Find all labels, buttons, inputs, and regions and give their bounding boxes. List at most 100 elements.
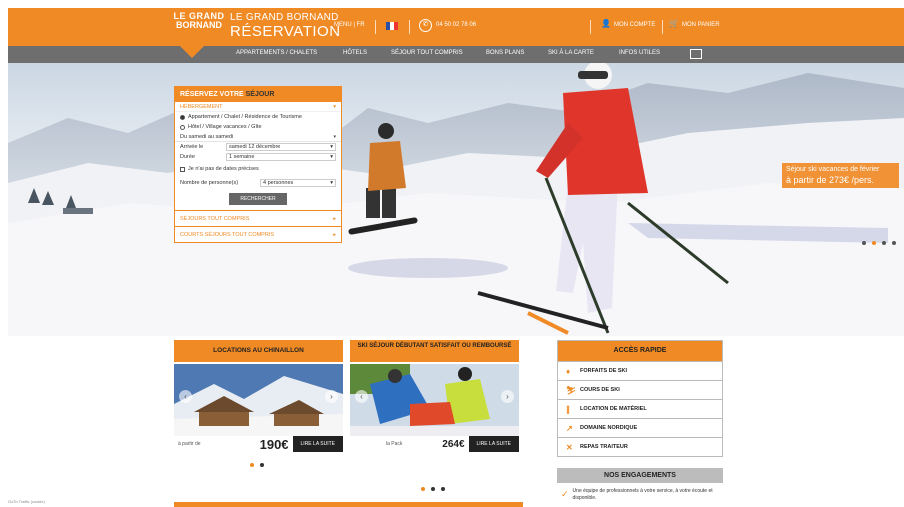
engagements-panel: NOS ENGAGEMENTS ✓ Une équipe de professi…	[557, 468, 723, 507]
hero-image	[8, 63, 904, 336]
no-dates-label: Je n'ai pas de dates précises	[188, 166, 259, 172]
divider	[409, 20, 410, 34]
price-bar: à partir de 190€ LIRE LA SUITE	[174, 436, 343, 452]
duration-select[interactable]: 1 semaine ▾	[226, 153, 336, 161]
chevron-down-icon: ▾	[333, 103, 336, 110]
brand-name[interactable]: LE GRAND BORNAND RÉSERVATION	[230, 13, 341, 40]
slide-dot[interactable]	[862, 241, 866, 245]
footer-note: GoTo Traffic (cookie)	[8, 499, 45, 504]
phone-number[interactable]: 04 50 02 78 06	[436, 22, 476, 28]
slide-dot[interactable]	[431, 487, 435, 491]
card-image[interactable]: ‹ ›	[174, 364, 343, 436]
ski-lesson-icon: ⛷	[566, 385, 577, 395]
quick-link-label: DOMAINE NORDIQUE	[580, 425, 638, 431]
card-pagination	[421, 487, 445, 491]
checkbox[interactable]	[180, 166, 185, 172]
nav-item-all-inclusive[interactable]: SÉJOUR TOUT COMPRIS	[391, 50, 463, 56]
card-title[interactable]: LOCATIONS AU CHINAILLON	[174, 340, 343, 362]
quick-link-rental[interactable]: ∥ LOCATION DE MATÉRIEL	[558, 399, 722, 418]
people-select[interactable]: 4 personnes ▾	[260, 179, 336, 187]
read-more-button[interactable]: LIRE LA SUITE	[468, 436, 519, 452]
arrival-label: Arrivée le	[180, 144, 204, 150]
accommodation-label: HÉBERGEMENT	[180, 103, 223, 110]
quick-link-ski-pass[interactable]: ♦ FORFAITS DE SKI	[558, 361, 722, 380]
chevron-left-icon[interactable]: ‹	[179, 390, 192, 403]
card-title[interactable]: SKI SÉJOUR DÉBUTANT SATISFAIT OU REMBOUR…	[350, 340, 519, 362]
chevron-down-icon: ▾	[330, 144, 333, 150]
slide-dot-active[interactable]	[250, 463, 254, 467]
accommodation-section[interactable]: HÉBERGEMENT ▾	[175, 102, 341, 112]
phone-icon: ✆	[419, 19, 432, 32]
booking-widget: RÉSERVEZ VOTRE SÉJOUR HÉBERGEMENT ▾ Appa…	[174, 86, 342, 243]
brand-line-2: RÉSERVATION	[230, 23, 341, 40]
price-value: 190€	[259, 436, 289, 452]
arrival-value: samedi 12 décembre	[229, 144, 281, 150]
quick-access-panel: ACCÈS RAPIDE ♦ FORFAITS DE SKI ⛷ COURS D…	[557, 340, 723, 457]
promo-banner[interactable]: Séjour ski vacances de février à partir …	[782, 163, 899, 188]
people-row: Nombre de personne(s) 4 personnes ▾	[175, 178, 341, 188]
catering-icon: ✕	[566, 442, 573, 452]
card-image[interactable]: ‹ ›	[350, 364, 519, 436]
accessibility-icon[interactable]	[690, 49, 702, 59]
price-value: 264€	[442, 438, 465, 450]
hero-slider[interactable]: Séjour ski vacances de février à partir …	[8, 63, 904, 336]
booking-title-prefix: RÉSERVEZ VOTRE	[180, 91, 244, 98]
account-link[interactable]: MON COMPTE	[614, 22, 655, 28]
nav-item-hotels[interactable]: HÔTELS	[343, 50, 367, 56]
quick-link-label: FORFAITS DE SKI	[580, 368, 628, 374]
quick-link-label: LOCATION DE MATÉRIEL	[580, 406, 647, 412]
radio-apartment[interactable]: Appartement / Chalet / Résidence de Tour…	[175, 112, 341, 122]
french-flag-icon[interactable]	[386, 22, 398, 30]
logo-notch	[180, 46, 204, 58]
radio-button[interactable]	[180, 124, 185, 130]
nav-item-info[interactable]: INFOS UTILES	[619, 50, 660, 56]
top-bar: LE GRAND BORNAND LE GRAND BORNAND RÉSERV…	[8, 8, 904, 46]
site-logo[interactable]: LE GRAND BORNAND	[173, 12, 225, 42]
search-button[interactable]: RECHERCHER	[229, 193, 287, 205]
no-dates-row[interactable]: Je n'ai pas de dates précises	[175, 164, 341, 174]
nav-item-apartments[interactable]: APPARTEMENTS / CHALETS	[236, 50, 317, 56]
chevron-left-icon[interactable]: ‹	[355, 390, 368, 403]
nav-item-deals[interactable]: BONS PLANS	[486, 50, 524, 56]
promo-title: Séjour ski vacances de février	[786, 166, 880, 173]
engagement-text: Une équipe de professionnels à votre ser…	[572, 488, 713, 501]
booking-title: RÉSERVEZ VOTRE SÉJOUR	[175, 87, 341, 102]
period-select[interactable]: Du samedi au samedi ▾	[175, 132, 341, 142]
slide-dot[interactable]	[441, 487, 445, 491]
slide-dot-active[interactable]	[421, 487, 425, 491]
chevron-right-icon[interactable]: ›	[501, 390, 514, 403]
quick-link-ski-lessons[interactable]: ⛷ COURS DE SKI	[558, 380, 722, 399]
chalet-photo	[174, 364, 343, 436]
chevron-down-icon: ▾	[333, 133, 336, 140]
user-icon: 👤	[601, 19, 611, 28]
language-selector[interactable]: MENU | FR	[334, 22, 365, 28]
quick-link-label: REPAS TRAITEUR	[580, 444, 628, 450]
read-more-button[interactable]: LIRE LA SUITE	[292, 436, 343, 452]
slide-dot[interactable]	[260, 463, 264, 467]
duration-value: 1 semaine	[229, 154, 255, 160]
link-all-inclusive-label: SÉJOURS TOUT COMPRIS	[180, 215, 250, 222]
people-value: 4 personnes	[263, 180, 294, 186]
people-label: Nombre de personne(s)	[180, 180, 239, 186]
nav-item-ski[interactable]: SKI À LA CARTE	[548, 50, 594, 56]
link-short-stays[interactable]: COURTS SÉJOURS TOUT COMPRIS ▸	[175, 226, 341, 242]
period-select-value: Du samedi au samedi	[180, 133, 234, 140]
cart-icon: 🛒	[669, 19, 679, 28]
quick-link-catering[interactable]: ✕ REPAS TRAITEUR	[558, 437, 722, 456]
slide-dot[interactable]	[892, 241, 896, 245]
slide-dot[interactable]	[882, 241, 886, 245]
link-all-inclusive[interactable]: SÉJOURS TOUT COMPRIS ▸	[175, 210, 341, 226]
ski-rental-icon: ∥	[566, 404, 570, 414]
divider	[662, 20, 663, 34]
arrival-select[interactable]: samedi 12 décembre ▾	[226, 143, 336, 151]
chevron-right-icon[interactable]: ›	[325, 390, 338, 403]
booking-title-emph: SÉJOUR	[245, 91, 275, 98]
radio-button-checked[interactable]	[180, 114, 185, 120]
slide-dot-active[interactable]	[872, 241, 876, 245]
cart-link[interactable]: MON PANIER	[682, 22, 720, 28]
logo-line-2: BORNAND	[176, 20, 222, 30]
chevron-right-icon: ▸	[333, 231, 336, 238]
radio-hotel[interactable]: Hôtel / Village vacances / Gîte	[175, 122, 341, 132]
quick-link-nordic[interactable]: ↗ DOMAINE NORDIQUE	[558, 418, 722, 437]
chevron-down-icon: ▾	[330, 180, 333, 186]
